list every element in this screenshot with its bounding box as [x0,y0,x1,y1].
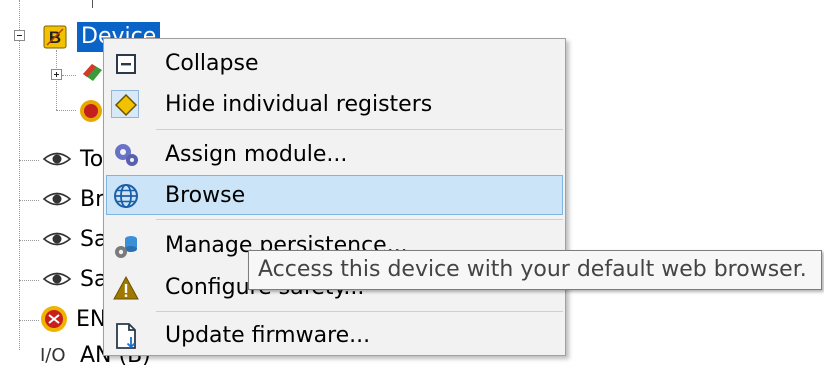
menu-item-label: Collapse [165,51,259,76]
context-menu: Collapse Hide individual registers Assig… [103,38,566,356]
tree-line [19,240,39,241]
menu-item-update-firmware[interactable]: Update firmware... [106,315,563,355]
globe-icon [111,181,141,211]
collapse-toggle[interactable] [14,30,25,41]
gears-icon [111,140,141,170]
menu-item-browse[interactable]: Browse [106,175,563,215]
eye-icon [42,148,72,172]
eye-icon [42,188,72,212]
tree-node-label[interactable]: Br [80,186,104,214]
menu-separator [156,219,563,220]
tree-line [62,75,76,76]
database-gear-icon [111,231,141,261]
alarm-node-icon [78,98,102,122]
tree-line [19,200,39,201]
device-module-icon: B [43,25,67,49]
tree-line [56,50,57,110]
collapse-icon [111,49,141,79]
menu-item-assign-module[interactable]: Assign module... [106,134,563,174]
tree-line [92,0,93,8]
tooltip: Access this device with your default web… [248,250,822,290]
menu-separator [156,311,563,312]
menu-item-hide-registers[interactable]: Hide individual registers [106,84,563,124]
diamond-icon [111,90,141,120]
menu-item-collapse[interactable]: Collapse [106,43,563,83]
menu-separator [156,129,563,130]
eye-icon [42,268,72,292]
menu-item-label: Browse [165,183,246,208]
document-download-icon [111,321,141,351]
tree-line [56,110,76,111]
tree-node-label[interactable]: To [80,146,103,174]
menu-item-label: Assign module... [165,142,348,167]
tree-line [19,0,20,350]
tree-line [19,160,39,161]
expand-toggle[interactable] [51,69,62,80]
tree-line [19,280,39,281]
eye-icon [42,228,72,252]
io-prefix-icon: I/O [40,345,66,366]
menu-item-label: Update firmware... [165,323,371,348]
menu-item-label: Hide individual registers [165,92,433,117]
module-tag-icon [80,60,104,84]
tree-line [19,320,39,321]
tree-node-label[interactable]: EN [76,306,106,334]
emergency-stop-icon [40,305,68,333]
warning-icon [111,273,141,303]
